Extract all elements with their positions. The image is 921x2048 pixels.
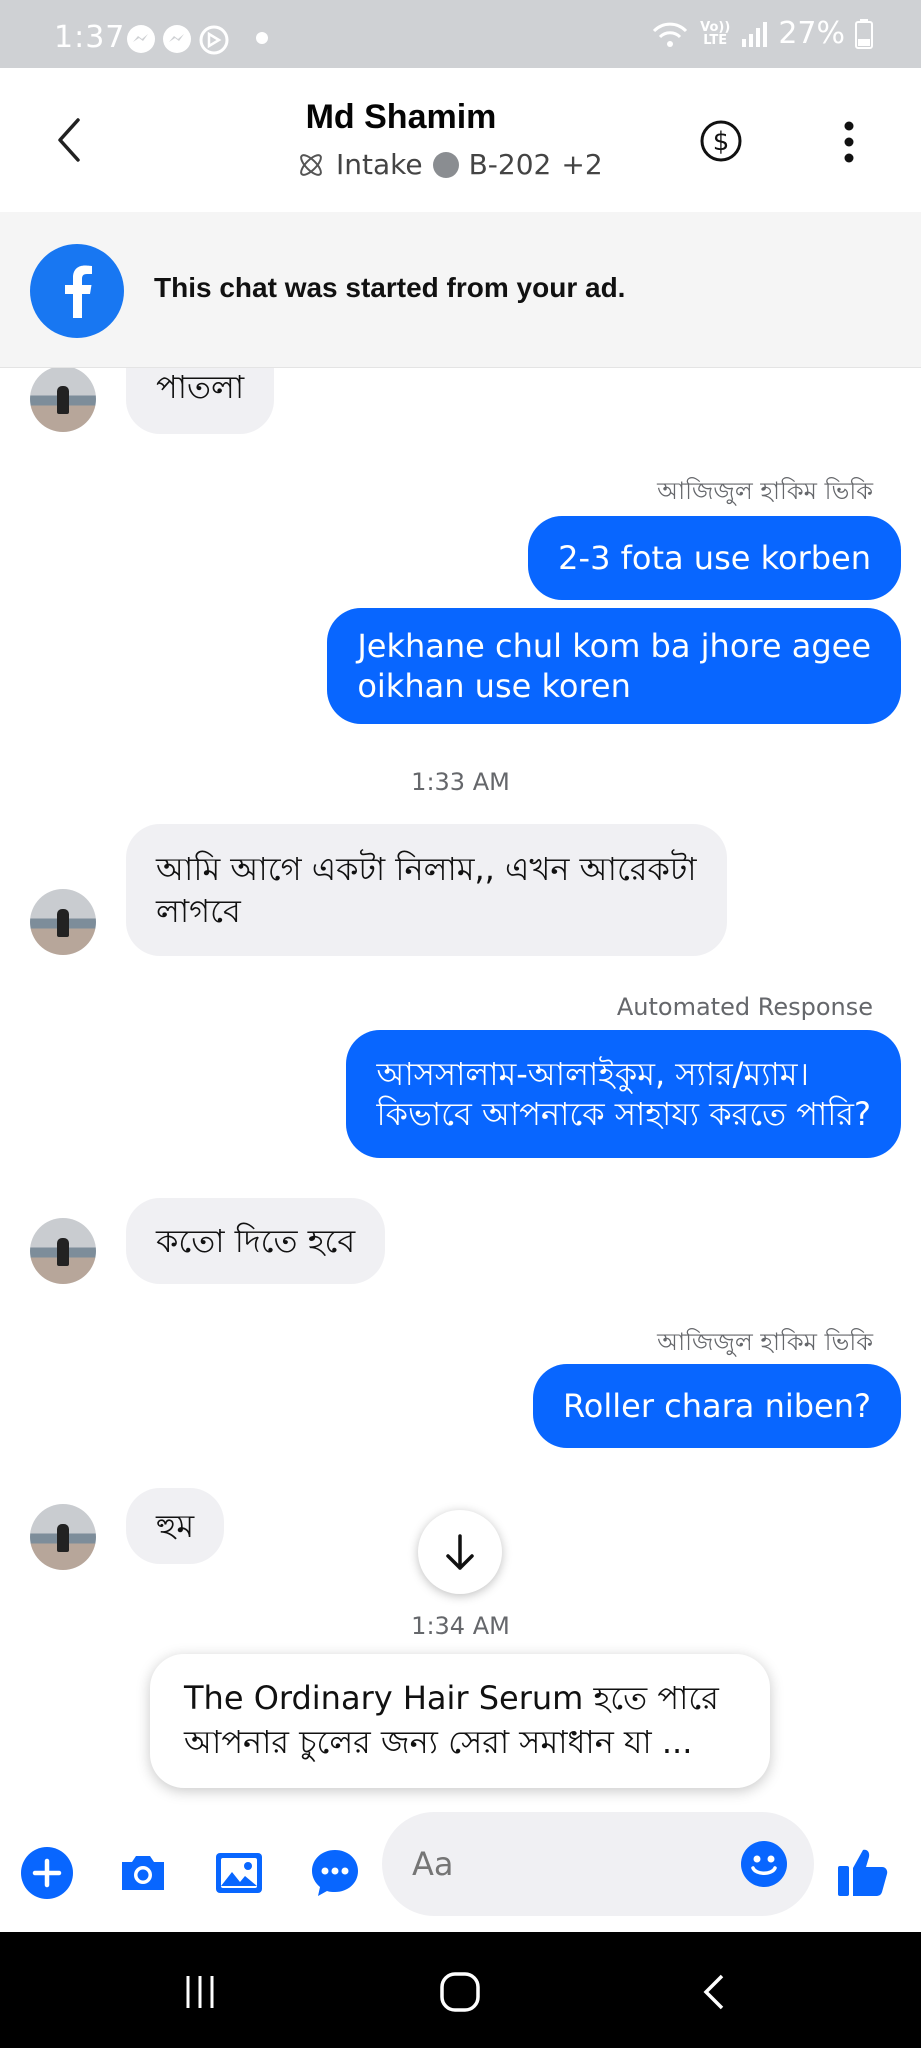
home-icon[interactable] (438, 1970, 482, 2014)
arrow-down-icon (446, 1534, 474, 1570)
nav-back-icon[interactable] (700, 1972, 730, 2012)
message-input[interactable] (412, 1812, 712, 1916)
sender-name: আজিজুল হাকিম ভিকি (657, 1328, 873, 1356)
conversation-header: Md Shamim Intake B-202 +2 $ (0, 68, 921, 212)
outgoing-message[interactable]: Jekhane chul kom ba jhore agee oikhan us… (327, 608, 901, 724)
battery-icon (855, 18, 873, 49)
chat-bubble-dots-icon[interactable] (308, 1846, 362, 1900)
dot-icon (256, 32, 268, 44)
outgoing-message[interactable]: Roller chara niben? (532, 1364, 901, 1448)
sender-name: Automated Response (616, 993, 873, 1021)
sync-off-icon (199, 25, 229, 55)
facebook-logo-icon (30, 244, 124, 338)
volte-label: Vo)) LTE (700, 19, 731, 48)
contact-avatar[interactable] (30, 1504, 96, 1570)
svg-text:$: $ (713, 127, 730, 157)
contact-labels[interactable]: Intake B-202 +2 (296, 148, 603, 181)
atom-label-icon (300, 153, 322, 176)
suggested-reply-preview[interactable]: The Ordinary Hair Serum হতে পারে আপনার চ… (150, 1654, 770, 1788)
more-options-icon[interactable] (838, 120, 860, 164)
dollar-circle-icon[interactable]: $ (700, 120, 742, 162)
incoming-message[interactable]: আমি আগে একটা নিলাম,, এখন আরেকটা লাগবে (126, 824, 727, 956)
ad-origin-text: This chat was started from your ad. (154, 272, 626, 303)
contact-name[interactable]: Md Shamim (0, 98, 802, 137)
signal-icon (742, 21, 768, 47)
system-navigation-bar (0, 1932, 921, 2048)
message-composer (0, 1808, 921, 1932)
contact-avatar[interactable] (30, 889, 96, 955)
sender-name: আজিজুল হাকিম ভিকি (657, 477, 873, 505)
contact-avatar[interactable] (30, 1218, 96, 1284)
label-color-dot (432, 151, 459, 178)
message-input-box[interactable] (382, 1812, 814, 1916)
messenger-screen: 1:37 Vo)) LTE 27% Md Shamim Intake B-202 … (0, 0, 921, 2048)
label-b202: B-202 (468, 148, 552, 181)
camera-icon[interactable] (116, 1846, 170, 1900)
battery-percent: 27% (778, 16, 845, 51)
messenger-notification-icon-2 (163, 25, 191, 53)
emoji-icon[interactable] (740, 1840, 788, 1888)
gallery-icon[interactable] (212, 1846, 266, 1900)
timestamp: 1:34 AM (411, 1612, 510, 1640)
contact-avatar[interactable] (30, 368, 96, 432)
recent-apps-icon[interactable] (180, 1972, 220, 2012)
label-intake: Intake (336, 148, 423, 181)
outgoing-message[interactable]: 2-3 fota use korben (528, 516, 901, 600)
label-more-count: +2 (561, 148, 603, 181)
wifi-icon (653, 22, 688, 47)
message-thread[interactable]: পাতলা আজিজুল হাকিম ভিকি 2-3 fota use kor… (0, 368, 921, 1808)
messenger-notification-icon (127, 25, 155, 53)
timestamp: 1:33 AM (411, 768, 510, 796)
scroll-to-bottom-button[interactable] (418, 1510, 502, 1594)
status-bar: 1:37 Vo)) LTE 27% (0, 0, 921, 68)
plus-circle-icon[interactable] (20, 1846, 74, 1900)
incoming-message[interactable]: কতো দিতে হবে (126, 1198, 386, 1284)
ad-origin-banner: This chat was started from your ad. (0, 212, 921, 368)
status-time: 1:37 (54, 20, 126, 55)
outgoing-message[interactable]: আসসালাম-আলাইকুম, স্যার/ম্যাম। কিভাবে আপন… (346, 1030, 901, 1158)
status-right: Vo)) LTE 27% (650, 16, 873, 51)
incoming-message[interactable]: পাতলা (126, 368, 275, 434)
thumbs-up-icon[interactable] (834, 1842, 892, 1900)
incoming-message[interactable]: হুম (126, 1488, 225, 1564)
